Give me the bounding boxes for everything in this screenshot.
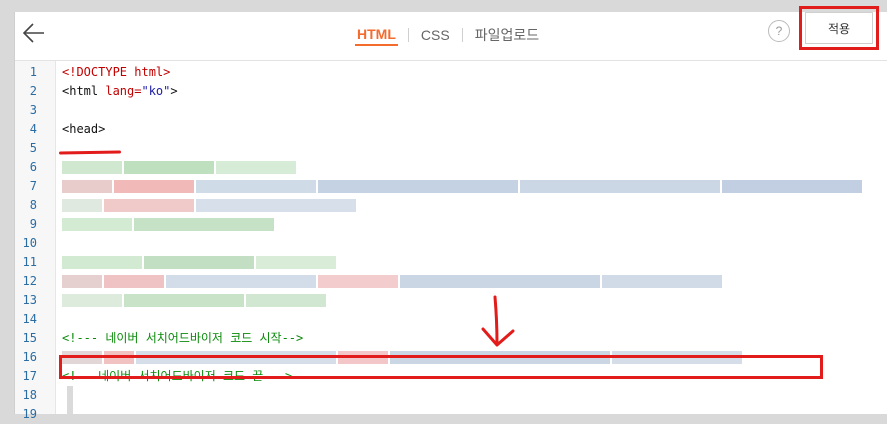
- line-number: 8: [29, 198, 37, 212]
- code-line: 10: [15, 234, 887, 253]
- code-line: 12: [15, 272, 887, 291]
- line-number: 19: [22, 407, 37, 421]
- line-number: 10: [22, 236, 37, 250]
- code-attr: lang=: [105, 84, 142, 98]
- blurred-code: [62, 199, 358, 212]
- code-line: 6: [15, 158, 887, 177]
- html-editor-window: HTML CSS 파일업로드 ? 적용 1 <!DOCTYPE html> 2 …: [14, 6, 887, 421]
- blurred-code: [62, 275, 724, 288]
- line-number: 2: [29, 84, 37, 98]
- code-tag: >: [170, 84, 178, 98]
- code-text: <head>: [62, 122, 106, 136]
- code-line: 15 <!--- 네이버 서치어드바이저 코드 시작-->: [15, 329, 887, 348]
- help-icon[interactable]: ?: [768, 20, 790, 42]
- line-number: 13: [22, 293, 37, 307]
- code-line: 9: [15, 215, 887, 234]
- code-comment: <!--- 네이버 서치어드바이저 코드 시작-->: [62, 331, 304, 345]
- code-line: 2 <html lang="ko">: [15, 82, 887, 101]
- code-text: <html lang="ko">: [62, 82, 178, 101]
- code-tag: <html: [62, 84, 106, 98]
- line-number: 15: [22, 331, 37, 345]
- scrollbar[interactable]: [67, 386, 73, 414]
- editor-toolbar: HTML CSS 파일업로드 ? 적용: [15, 6, 887, 61]
- line-number: 16: [22, 350, 37, 364]
- code-line: 3: [15, 101, 887, 120]
- blurred-code: [62, 180, 864, 193]
- tab-divider: [407, 28, 409, 42]
- tab-css[interactable]: CSS: [419, 25, 452, 45]
- line-number: 9: [29, 217, 37, 231]
- code-line: 5: [15, 139, 887, 158]
- line-number: 1: [29, 65, 37, 79]
- editor-tabs: HTML CSS 파일업로드: [355, 23, 541, 47]
- annotation-box-code: [59, 355, 823, 379]
- line-number: 12: [22, 274, 37, 288]
- blurred-code: [62, 218, 276, 231]
- code-line: 13: [15, 291, 887, 310]
- back-button[interactable]: [19, 18, 49, 48]
- code-string: "ko": [141, 84, 171, 98]
- left-arrow-icon: [22, 23, 44, 43]
- line-number: 6: [29, 160, 37, 174]
- line-number: 17: [22, 369, 37, 383]
- line-number: 11: [22, 255, 37, 269]
- code-line: 4 <head>: [15, 120, 887, 139]
- line-number: 3: [29, 103, 37, 117]
- code-text: <!DOCTYPE html>: [62, 65, 171, 79]
- code-line: 19: [15, 405, 887, 424]
- tab-file-upload[interactable]: 파일업로드: [473, 25, 541, 45]
- line-number: 4: [29, 122, 37, 136]
- code-line: 1 <!DOCTYPE html>: [15, 63, 887, 82]
- line-number: 7: [29, 179, 37, 193]
- apply-button[interactable]: 적용: [805, 12, 873, 44]
- line-number: 5: [29, 141, 37, 155]
- blurred-code: [62, 294, 328, 307]
- down-arrow-icon: [481, 295, 515, 347]
- code-line: 8: [15, 196, 887, 215]
- code-line: 11: [15, 253, 887, 272]
- code-line: 14: [15, 310, 887, 329]
- code-line: 7: [15, 177, 887, 196]
- tab-html[interactable]: HTML: [355, 24, 398, 46]
- blurred-code: [62, 161, 298, 174]
- code-line: 18: [15, 386, 887, 405]
- line-number: 18: [22, 388, 37, 402]
- tab-divider: [461, 28, 463, 42]
- code-editor[interactable]: 1 <!DOCTYPE html> 2 <html lang="ko"> 3 4…: [15, 61, 887, 421]
- blurred-code: [62, 256, 338, 269]
- line-number: 14: [22, 312, 37, 326]
